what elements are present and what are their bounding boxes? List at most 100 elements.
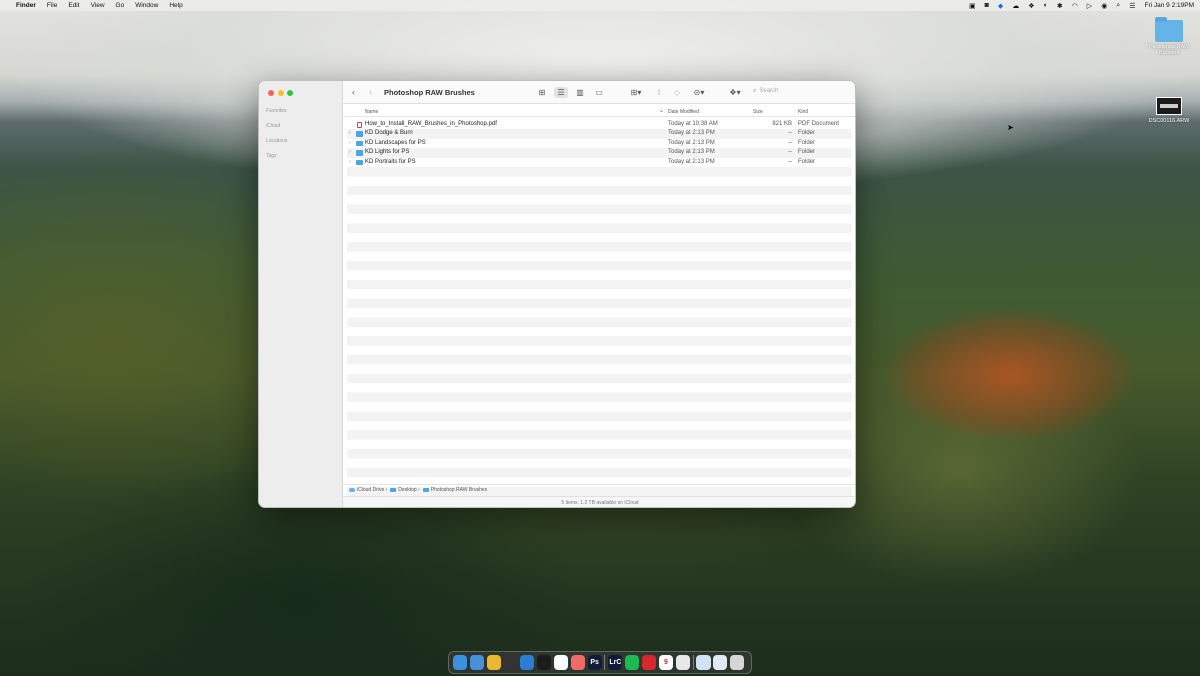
control-center-icon[interactable]: ☰	[1129, 2, 1135, 10]
file-date: Today at 2:13 PM	[668, 130, 715, 137]
wifi-icon[interactable]: ◠	[1072, 2, 1078, 10]
sidebar-section-icloud[interactable]: iCloud	[266, 123, 280, 129]
list-view-icon[interactable]: ☰	[554, 87, 568, 98]
close-icon[interactable]	[268, 90, 274, 96]
folder-row[interactable]: › KD Landscapes for PS Today at 2:13 PM …	[347, 139, 852, 148]
app-icon[interactable]	[520, 655, 535, 670]
group-icon[interactable]: ⊞▾	[626, 87, 646, 98]
disclosure-triangle-icon[interactable]: ›	[349, 148, 351, 157]
disclosure-triangle-icon[interactable]: ›	[349, 158, 351, 167]
column-header: Name ⌄ Date Modified Size Kind	[343, 107, 855, 117]
icon-view-icon[interactable]: ⊞	[535, 87, 549, 98]
menu-edit[interactable]: Edit	[68, 2, 79, 9]
spotify-icon[interactable]	[625, 655, 640, 670]
image-thumbnail-icon	[1156, 97, 1182, 115]
finder-window: Favorites iCloud Locations Tags ‹ › Phot…	[258, 80, 856, 508]
folder-icon[interactable]	[713, 655, 728, 670]
calendar-icon[interactable]: 9	[658, 655, 673, 670]
lightroom-icon[interactable]: LrC	[608, 655, 623, 670]
back-icon[interactable]: ‹	[352, 87, 355, 98]
search-field[interactable]: ⌕ Search	[753, 88, 778, 95]
sort-chevron-icon[interactable]: ⌄	[659, 107, 664, 114]
pdf-icon	[357, 121, 362, 128]
app-icon[interactable]	[503, 655, 518, 670]
cloud-icon[interactable]: ☁	[1012, 2, 1019, 10]
dropbox-sync-icon[interactable]: ◆	[998, 2, 1003, 10]
moon-icon[interactable]: ◐	[1044, 2, 1048, 9]
sidebar-section-favorites[interactable]: Favorites	[266, 108, 287, 114]
folder-row[interactable]: › KD Lights for PS Today at 2:13 PM -- F…	[347, 148, 852, 158]
desktop-folder[interactable]: Photoshop RAW Brushes	[1139, 17, 1199, 56]
dock-separator	[604, 655, 606, 670]
zoom-icon[interactable]	[287, 90, 293, 96]
file-kind: PDF Document	[798, 121, 840, 127]
file-date: Today at 10:38 AM	[668, 121, 718, 127]
share-icon[interactable]: ⇧	[652, 87, 666, 98]
icloud-icon	[349, 488, 355, 492]
folder-icon	[356, 131, 363, 137]
gallery-view-icon[interactable]: ▭	[592, 87, 606, 98]
asana-icon[interactable]	[570, 655, 585, 670]
app-icon[interactable]	[537, 655, 552, 670]
chrome-icon[interactable]	[486, 655, 501, 670]
search-icon[interactable]: ⌕	[1116, 2, 1120, 10]
user-icon[interactable]: ◉	[1101, 2, 1107, 10]
file-row-pdf[interactable]: How_to_Install_RAW_Brushes_in_Photoshop.…	[347, 120, 852, 129]
file-name: KD Portraits for PS	[365, 158, 416, 165]
column-date-modified[interactable]: Date Modified	[668, 109, 699, 115]
photoshop-icon[interactable]: Ps	[587, 655, 602, 670]
path-separator-icon: ›	[384, 487, 388, 493]
tag-icon[interactable]: ◇	[670, 87, 684, 98]
column-size[interactable]: Size	[753, 109, 763, 115]
menu-go[interactable]: Go	[116, 2, 125, 9]
acrobat-icon[interactable]	[642, 655, 657, 670]
minimize-icon[interactable]	[277, 90, 284, 96]
file-date: Today at 2:13 PM	[668, 139, 715, 146]
trash-icon[interactable]	[730, 655, 745, 670]
folder-icon	[356, 140, 363, 147]
path-separator-icon: ›	[416, 487, 420, 493]
menu-file[interactable]: File	[47, 2, 57, 9]
path-item-icloud-drive[interactable]: iCloud Drive	[357, 487, 384, 493]
menu-app-finder[interactable]: Finder	[16, 2, 36, 9]
window-controls	[268, 90, 297, 96]
mail-icon[interactable]	[469, 655, 484, 670]
menu-help[interactable]: Help	[169, 2, 182, 9]
sidebar-section-tags[interactable]: Tags	[266, 153, 277, 159]
forward-icon[interactable]: ›	[369, 87, 372, 98]
more-actions-icon[interactable]: ⊝▾	[689, 87, 709, 98]
search-placeholder: Search	[759, 88, 779, 94]
preview-icon[interactable]	[696, 655, 711, 670]
file-kind: Folder	[798, 158, 816, 165]
file-kind: Folder	[798, 130, 816, 137]
path-item-desktop[interactable]: Desktop	[398, 487, 416, 493]
finder-icon[interactable]	[453, 655, 468, 670]
screen-record-icon[interactable]: ▣	[969, 2, 976, 10]
folder-icon	[422, 487, 429, 493]
folder-row[interactable]: › KD Dodge & Burn Today at 2:13 PM -- Fo…	[347, 129, 852, 139]
file-size: --	[788, 139, 792, 146]
play-icon[interactable]: ▷	[1087, 2, 1092, 10]
notes-icon[interactable]	[675, 655, 690, 670]
disclosure-triangle-icon[interactable]: ›	[349, 129, 351, 138]
path-item-current[interactable]: Photoshop RAW Brushes	[431, 487, 488, 493]
app-icon[interactable]: ◙	[985, 2, 989, 9]
dock: Ps LrC 9	[448, 651, 752, 674]
menu-bar: Finder File Edit View Go Window Help ▣ ◙…	[0, 0, 1200, 11]
dropbox-icon[interactable]: ❖	[1028, 2, 1034, 10]
column-name[interactable]: Name	[365, 109, 378, 115]
column-view-icon[interactable]: ▥	[573, 87, 587, 98]
column-kind[interactable]: Kind	[798, 109, 808, 115]
bluetooth-icon[interactable]: ✱	[1057, 2, 1063, 10]
mouse-cursor-icon: ➤	[1007, 123, 1014, 132]
desktop-file[interactable]: DSC00116.ARW	[1139, 97, 1199, 124]
menu-view[interactable]: View	[91, 2, 105, 9]
folder-row[interactable]: › KD Portraits for PS Today at 2:13 PM -…	[347, 158, 852, 167]
file-size: 821 KB	[772, 121, 792, 127]
dropbox-icon[interactable]: ❖▾	[725, 87, 745, 98]
slack-icon[interactable]	[553, 655, 568, 670]
sidebar-section-locations[interactable]: Locations	[266, 138, 287, 144]
menu-window[interactable]: Window	[135, 2, 158, 9]
menubar-clock[interactable]: Fri Jan 9 2:19PM	[1145, 2, 1195, 9]
disclosure-triangle-icon[interactable]: ›	[349, 139, 351, 148]
